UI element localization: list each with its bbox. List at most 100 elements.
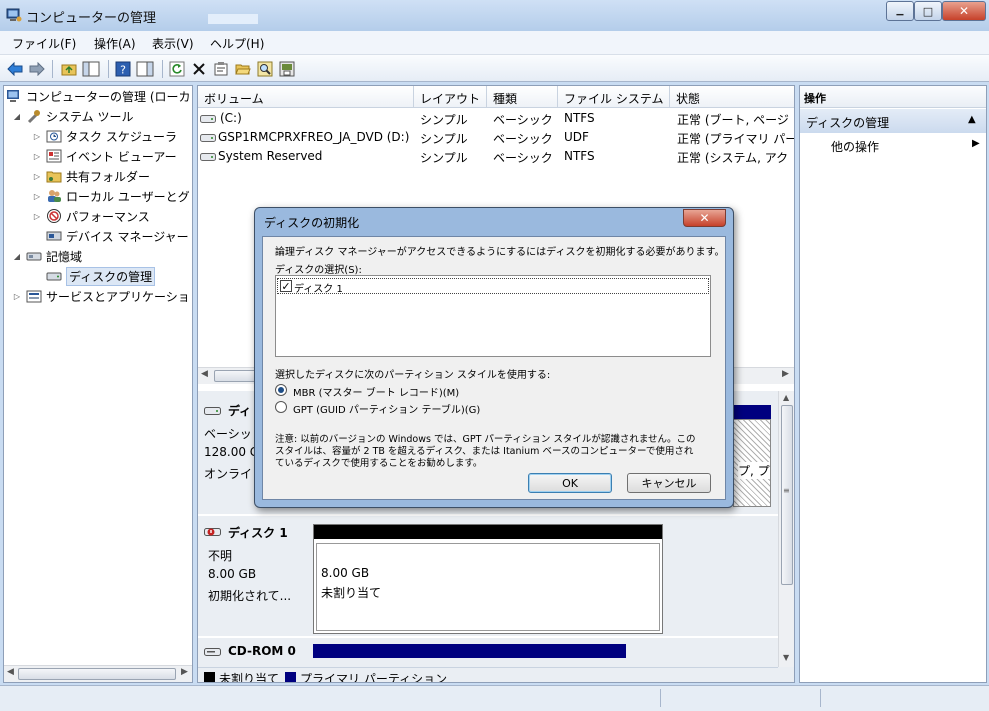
cdrom-partition-bar[interactable] xyxy=(313,644,626,658)
disk0-size: 128.00 G xyxy=(204,445,260,459)
menu-action[interactable]: 操作(A) xyxy=(94,35,136,52)
tree-item-task-scheduler[interactable]: ▷ タスク スケジューラ xyxy=(32,126,177,146)
tree-item-event-viewer[interactable]: ▷ イベント ビューアー xyxy=(32,146,177,166)
scroll-left-icon[interactable]: ◀ xyxy=(7,667,14,677)
column-filesystem[interactable]: ファイル システム xyxy=(564,90,663,107)
expand-arrow-icon[interactable]: ▷ xyxy=(12,292,22,301)
search-button[interactable] xyxy=(256,60,274,78)
gpt-radio[interactable] xyxy=(275,401,287,413)
tree-label: サービスとアプリケーショ xyxy=(46,289,190,304)
column-divider[interactable] xyxy=(557,86,558,108)
cancel-button[interactable]: キャンセル xyxy=(627,473,711,493)
disk-view-scroll-thumb[interactable]: ≡ xyxy=(781,405,793,585)
disk-view-vertical-scrollbar[interactable]: ▲ ≡ ▼ xyxy=(778,391,794,667)
disk-select-list[interactable]: ✓ ディスク 1 xyxy=(275,275,711,357)
back-button[interactable] xyxy=(6,60,24,78)
expand-arrow-icon[interactable]: ▷ xyxy=(32,192,42,201)
tree-scroll-thumb[interactable] xyxy=(18,668,176,680)
volume-scroll-thumb[interactable] xyxy=(214,370,256,382)
tree-label: ディスクの管理 xyxy=(66,266,156,286)
actions-section-disk-management[interactable]: ディスクの管理 ▲ xyxy=(800,109,986,133)
expand-arrow-icon[interactable]: ▷ xyxy=(32,172,42,181)
scroll-left-icon[interactable]: ◀ xyxy=(201,369,208,379)
disk-list-item[interactable]: ✓ ディスク 1 xyxy=(277,278,709,295)
column-volume[interactable]: ボリューム xyxy=(204,90,264,107)
tree-item-disk-management[interactable]: ディスクの管理 xyxy=(46,266,156,286)
properties-button[interactable] xyxy=(212,60,230,78)
drive-icon xyxy=(200,132,216,146)
menu-bar: ファイル(F) 操作(A) 表示(V) ヘルプ(H) xyxy=(0,31,989,55)
tree-horizontal-scrollbar[interactable]: ◀ ▶ xyxy=(4,665,192,682)
storage-icon xyxy=(26,248,42,264)
tree-label: システム ツール xyxy=(46,109,134,124)
dialog-close-button[interactable]: ✕ xyxy=(683,209,726,227)
volume-type: ベーシック xyxy=(493,151,553,165)
maximize-button[interactable]: □ xyxy=(914,1,942,21)
disk0-type: ベーシッ xyxy=(204,427,252,441)
up-folder-button[interactable] xyxy=(60,60,78,78)
gpt-label[interactable]: GPT (GUID パーティション テーブル)(G) xyxy=(293,401,480,416)
collapse-arrow-icon[interactable]: ◢ xyxy=(12,252,22,261)
tree-item-system-tools[interactable]: ◢ システム ツール xyxy=(12,106,134,126)
tree-item-shared-folders[interactable]: ▷ 共有フォルダー xyxy=(32,166,150,186)
collapse-arrow-icon[interactable]: ◢ xyxy=(12,112,22,121)
scroll-right-icon[interactable]: ▶ xyxy=(181,667,188,677)
show-hide-tree-button[interactable] xyxy=(82,60,100,78)
tree-item-services-applications[interactable]: ▷ サービスとアプリケーショ xyxy=(12,286,190,306)
disk1-status: 初期化されて... xyxy=(208,589,292,603)
menu-help[interactable]: ヘルプ(H) xyxy=(210,35,264,52)
column-divider[interactable] xyxy=(486,86,487,108)
scroll-down-icon[interactable]: ▼ xyxy=(783,653,789,662)
volume-row[interactable]: GSP1RMCPRXFREO_JA_DVD (D:) シンプル ベーシック UD… xyxy=(198,128,794,147)
scroll-right-icon[interactable]: ▶ xyxy=(782,369,789,379)
close-button[interactable]: ✕ xyxy=(942,1,986,21)
mbr-radio[interactable] xyxy=(275,384,287,396)
partition-status: 未割り当て xyxy=(321,586,382,600)
computer-management-icon xyxy=(6,8,22,22)
volume-row[interactable]: System Reserved シンプル ベーシック NTFS 正常 (システム… xyxy=(198,147,794,166)
tree-item-performance[interactable]: ▷ パフォーマンス xyxy=(32,206,150,226)
column-status[interactable]: 状態 xyxy=(676,90,700,107)
disk0-partition[interactable]: プ, プ xyxy=(733,419,771,507)
expand-arrow-icon[interactable]: ▷ xyxy=(32,152,42,161)
tree-label: 共有フォルダー xyxy=(66,169,151,184)
expand-arrow-icon[interactable]: ▷ xyxy=(32,212,42,221)
tree-item-local-users[interactable]: ▷ ローカル ユーザーとグ xyxy=(32,186,190,206)
tree-item-computer-management[interactable]: コンピューターの管理 (ローカ xyxy=(6,86,191,106)
disk-checkbox[interactable]: ✓ xyxy=(280,280,292,292)
mbr-label[interactable]: MBR (マスター ブート レコード)(M) xyxy=(293,384,459,399)
column-divider[interactable] xyxy=(413,86,414,108)
show-hide-action-pane-button[interactable] xyxy=(136,60,154,78)
tree-item-storage[interactable]: ◢ 記憶域 xyxy=(12,246,82,266)
delete-button[interactable] xyxy=(190,60,208,78)
disk1-info[interactable]: ディスク 1 不明 8.00 GB 初期化されて... xyxy=(202,521,310,633)
ok-button[interactable]: OK xyxy=(528,473,612,493)
disk-row-divider xyxy=(198,514,778,516)
volume-status: 正常 (ブート, ページ xyxy=(677,113,789,127)
clock-icon xyxy=(46,128,62,144)
help-button[interactable]: ? xyxy=(114,60,132,78)
column-layout[interactable]: レイアウト xyxy=(420,90,480,107)
help-icon: ? xyxy=(115,61,131,77)
action-other[interactable]: 他の操作 ▶ xyxy=(800,135,986,155)
column-divider[interactable] xyxy=(669,86,670,108)
minimize-button[interactable]: ▁ xyxy=(886,1,914,21)
cdrom-icon xyxy=(204,646,222,661)
cdrom-info[interactable]: CD-ROM 0 xyxy=(202,641,310,663)
close-icon: ✕ xyxy=(958,4,970,18)
column-type[interactable]: 種類 xyxy=(493,90,517,107)
refresh-button[interactable] xyxy=(168,60,186,78)
volume-row[interactable]: (C:) シンプル ベーシック NTFS 正常 (ブート, ページ xyxy=(198,109,794,128)
open-button[interactable] xyxy=(234,60,252,78)
forward-button[interactable] xyxy=(28,60,46,78)
menu-file[interactable]: ファイル(F) xyxy=(12,35,76,52)
expand-arrow-icon[interactable]: ▷ xyxy=(32,132,42,141)
disk1-unallocated-partition[interactable]: 8.00 GB 未割り当て xyxy=(316,543,660,631)
scroll-up-icon[interactable]: ▲ xyxy=(783,393,789,402)
collapse-triangle-icon[interactable]: ▲ xyxy=(968,114,976,125)
volume-type: ベーシック xyxy=(493,113,553,127)
menu-view[interactable]: 表示(V) xyxy=(152,35,194,52)
tree-item-device-manager[interactable]: デバイス マネージャー xyxy=(46,226,189,246)
disk-list-item-label: ディスク 1 xyxy=(294,284,343,295)
export-list-button[interactable] xyxy=(278,60,296,78)
